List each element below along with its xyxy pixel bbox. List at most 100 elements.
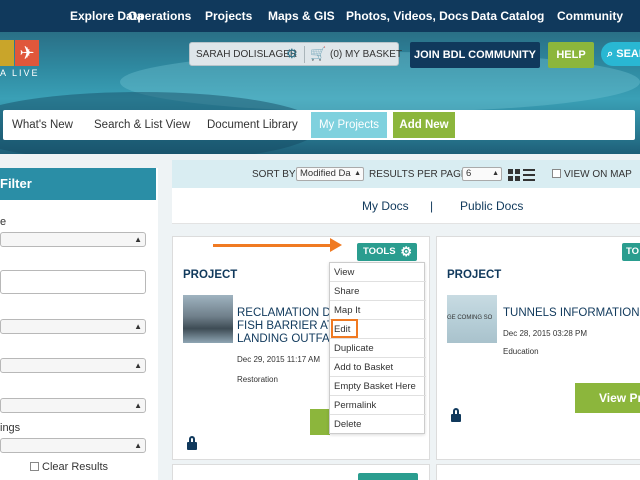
project-card: PROJECT GE COMING SO TUNNELS INFORMATION…: [436, 236, 640, 460]
tools-button[interactable]: TO: [622, 243, 640, 261]
project-card: [436, 464, 640, 480]
tab-document-library[interactable]: Document Library: [207, 119, 298, 131]
menu-item-permalink[interactable]: Permalink: [330, 396, 426, 415]
per-page-value: 6: [466, 168, 472, 179]
menu-item-map-it[interactable]: Map It: [330, 301, 426, 320]
card-title-line: LANDING OUTFA: [237, 333, 330, 345]
user-name[interactable]: SARAH DOLISLAGER: [196, 49, 297, 60]
nav-operations[interactable]: Operations: [128, 9, 191, 23]
checkbox-icon: [552, 169, 561, 178]
gear-icon: ⚙: [400, 244, 412, 259]
filter-panel: Filter e ▲ ▲ ▲ ▲ ings ▲ Clear Results: [0, 168, 158, 480]
view-project-button[interactable]: View Pro: [575, 383, 640, 413]
filter-select[interactable]: ▲: [0, 438, 146, 453]
card-date: Dec 28, 2015 03:28 PM: [503, 329, 588, 338]
user-box: SARAH DOLISLAGER ⚙ 🛒 (0) MY BASKET: [189, 42, 402, 66]
nav-community[interactable]: Community: [557, 9, 623, 23]
filter-label: e: [0, 216, 7, 228]
card-thumbnail[interactable]: [183, 295, 233, 343]
chevron-updown-icon: ▲: [492, 170, 499, 177]
add-new-button[interactable]: Add New: [393, 112, 455, 138]
card-title-line: FISH BARRIER AT: [237, 320, 334, 332]
tab-whats-new[interactable]: What's New: [12, 119, 73, 131]
chevron-updown-icon: ▲: [134, 235, 142, 244]
lock-icon: [451, 408, 461, 423]
view-project-button[interactable]: [310, 409, 330, 435]
logo-bird-icon[interactable]: ✈: [15, 40, 39, 66]
menu-item-add-to-basket[interactable]: Add to Basket: [330, 358, 426, 377]
filter-text-input[interactable]: [0, 270, 146, 294]
filter-label: ings: [0, 422, 21, 434]
lock-icon: [187, 436, 197, 451]
clear-results-label: Clear Results: [42, 461, 109, 473]
help-button[interactable]: HELP: [548, 42, 594, 68]
card-title-line: RECLAMATION D: [237, 307, 331, 319]
list-view-icon[interactable]: [523, 169, 535, 181]
filter-header[interactable]: Filter: [0, 168, 156, 200]
tab-separator: |: [430, 199, 434, 213]
search-label: SEAR: [616, 48, 640, 60]
card-category: Education: [503, 347, 539, 356]
card-title[interactable]: RECLAMATION D FISH BARRIER AT LANDING OU…: [237, 307, 334, 346]
annotation-arrow: [213, 244, 333, 247]
chevron-updown-icon: ▲: [134, 361, 142, 370]
search-icon: ⌕: [607, 48, 614, 60]
logo-mark[interactable]: [0, 40, 14, 66]
tab-my-projects[interactable]: My Projects: [311, 112, 387, 138]
tools-menu: View Share Map It Edit Duplicate Add to …: [329, 262, 426, 434]
edit-highlight-box: [331, 319, 358, 338]
menu-item-delete[interactable]: Delete: [330, 415, 426, 434]
results-toolbar: SORT BY Modified Da ▲ RESULTS PER PAGE 6 ▲…: [172, 160, 640, 188]
search-button[interactable]: ⌕ SEAR: [601, 42, 640, 66]
results-per-page-select[interactable]: 6 ▲: [462, 167, 502, 181]
chevron-updown-icon: ▲: [134, 401, 142, 410]
sort-by-select[interactable]: Modified Da ▲: [296, 167, 364, 181]
menu-item-view[interactable]: View: [330, 263, 426, 282]
card-type: PROJECT: [447, 269, 502, 281]
docs-tabs: My Docs | Public Docs: [172, 188, 640, 224]
card-category: Restoration: [237, 375, 278, 384]
thumbnail-caption: GE COMING SO: [447, 315, 493, 321]
tools-button[interactable]: [358, 473, 418, 480]
top-nav: Explore Data Operations Projects Maps & …: [0, 0, 640, 32]
filter-select[interactable]: ▲: [0, 319, 146, 334]
filter-select[interactable]: ▲: [0, 358, 146, 373]
annotation-arrowhead: [330, 238, 342, 252]
sub-nav: What's New Search & List View Document L…: [3, 110, 635, 140]
checkbox-icon: [30, 462, 39, 471]
grid-view-icon[interactable]: [508, 169, 520, 181]
tools-label: TOOLS: [363, 246, 396, 257]
view-on-map-toggle[interactable]: VIEW ON MAP: [552, 169, 632, 180]
menu-item-share[interactable]: Share: [330, 282, 426, 301]
nav-data-catalog[interactable]: Data Catalog: [471, 9, 544, 23]
filter-select[interactable]: ▲: [0, 232, 146, 247]
nav-maps-gis[interactable]: Maps & GIS: [268, 9, 335, 23]
logo-text: A LIVE: [0, 68, 40, 78]
cart-icon[interactable]: 🛒: [310, 46, 326, 62]
sort-value: Modified Da: [300, 168, 351, 179]
gear-icon[interactable]: ⚙: [286, 47, 300, 61]
card-date: Dec 29, 2015 11:17 AM: [237, 355, 321, 364]
tab-public-docs[interactable]: Public Docs: [460, 199, 523, 213]
clear-results-checkbox[interactable]: Clear Results: [30, 461, 108, 473]
chevron-updown-icon: ▲: [354, 170, 361, 177]
nav-projects[interactable]: Projects: [205, 9, 252, 23]
card-thumbnail[interactable]: GE COMING SO: [447, 295, 497, 343]
join-community-button[interactable]: JOIN BDL COMMUNITY: [410, 42, 540, 68]
nav-photos-videos-docs[interactable]: Photos, Videos, Docs: [346, 9, 468, 23]
tools-button[interactable]: TOOLS ⚙: [357, 243, 417, 261]
divider: [304, 46, 305, 63]
chevron-updown-icon: ▲: [134, 322, 142, 331]
filter-select[interactable]: ▲: [0, 398, 146, 413]
tab-search-list-view[interactable]: Search & List View: [94, 119, 190, 131]
menu-item-empty-basket-here[interactable]: Empty Basket Here: [330, 377, 426, 396]
basket-link[interactable]: (0) MY BASKET: [330, 49, 402, 60]
view-on-map-label: VIEW ON MAP: [564, 169, 632, 180]
card-type: PROJECT: [183, 269, 238, 281]
chevron-updown-icon: ▲: [134, 441, 142, 450]
tab-my-docs[interactable]: My Docs: [362, 199, 409, 213]
results-per-page-label: RESULTS PER PAGE: [369, 169, 468, 180]
card-title[interactable]: TUNNELS INFORMATION M: [503, 307, 640, 320]
menu-item-duplicate[interactable]: Duplicate: [330, 339, 426, 358]
project-card: [172, 464, 430, 480]
